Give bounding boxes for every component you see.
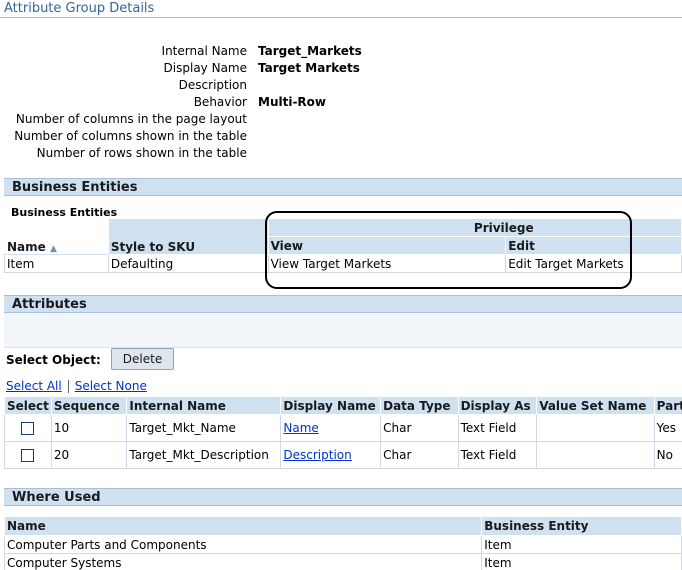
details-panel: Internal Name Target_Markets Display Nam… [0,44,682,163]
detail-row-page-columns: Number of columns in the page layout [0,112,682,129]
table-row: 20 Target_Mkt_Description Description Ch… [4,441,682,469]
select-object-label: Select Object: [6,353,101,367]
detail-label: Behavior [193,95,247,109]
row-checkbox[interactable] [21,422,34,435]
cell-display-as: Text Field [457,441,538,469]
detail-label: Number of rows shown in the table [36,146,247,160]
cell-view-privilege: View Target Markets [267,254,507,273]
column-header-select: Select [4,396,52,415]
section-title: Where Used [12,490,101,505]
cell-value-set-name [536,441,655,469]
column-header-name: Name [3,516,483,536]
detail-value: Target Markets [258,61,360,75]
title-divider [0,17,682,18]
detail-label: Display Name [163,61,247,75]
delete-button[interactable]: Delete [111,348,174,370]
cell-part: No [653,441,682,469]
cell-style-to-sku: Defaulting [107,254,269,273]
detail-row-behavior: Behavior Multi-Row [0,95,682,112]
column-header-edit: Edit [505,236,682,255]
cell-name: Item [4,254,109,273]
table-row: Computer Systems Item [3,553,682,570]
cell-business-entity: Item [481,535,682,554]
select-none-link[interactable]: Select None [75,379,147,393]
detail-row-table-columns: Number of columns shown in the table [0,129,682,146]
select-all-link[interactable]: Select All [6,379,62,393]
detail-row-description: Description [0,78,682,95]
attributes-table: Select Sequence Internal Name Display Na… [4,396,682,469]
column-header-business-entity: Business Entity [481,516,682,536]
business-entities-section-header: Business Entities [4,178,682,196]
display-name-link[interactable]: Description [283,448,351,462]
section-title: Attributes [12,297,87,312]
column-header-part: Part [653,396,682,415]
detail-label: Internal Name [161,44,247,58]
link-separator [67,380,69,393]
cell-sequence: 20 [50,441,128,469]
table-row: 10 Target_Mkt_Name Name Char Text Field … [4,414,682,442]
where-used-section-header: Where Used [4,488,682,506]
cell-business-entity: Item [481,553,682,570]
cell-internal-name: Target_Mkt_Name [126,414,282,442]
column-header-view: View [267,236,507,255]
detail-row-table-rows: Number of rows shown in the table [0,146,682,163]
cell-part: Yes [653,414,682,442]
detail-value: Target_Markets [258,44,362,58]
cell-display-as: Text Field [457,414,538,442]
table-row: Computer Parts and Components Item [3,535,682,554]
selection-links: Select All Select None [6,379,147,393]
column-header-data-type: Data Type [380,396,459,415]
column-header-display-as: Display As [457,396,538,415]
column-group-privilege: Privilege [267,218,682,237]
detail-label: Number of columns in the page layout [15,112,247,126]
attributes-toolbar-band [4,313,682,348]
row-checkbox[interactable] [21,449,34,462]
cell-select [4,414,52,442]
column-header-display-name: Display Name [280,396,382,415]
column-header-name[interactable]: Name ▲ [4,218,109,255]
cell-edit-privilege: Edit Target Markets [505,254,682,273]
detail-row-display-name: Display Name Target Markets [0,61,682,78]
cell-data-type: Char [380,414,459,442]
cell-data-type: Char [380,441,459,469]
column-header-internal-name: Internal Name [126,396,282,415]
column-header-value-set-name: Value Set Name [536,396,655,415]
detail-row-internal-name: Internal Name Target_Markets [0,44,682,61]
cell-internal-name: Target_Mkt_Description [126,441,282,469]
detail-label: Description [178,78,247,92]
column-header-label: Name [7,240,46,254]
cell-select [4,441,52,469]
attributes-section-header: Attributes [4,295,682,313]
column-header-style-to-sku: Style to SKU [107,218,269,255]
sort-ascending-icon[interactable]: ▲ [50,244,57,254]
column-header-sequence: Sequence [50,396,128,415]
detail-value: Multi-Row [258,95,326,109]
section-title: Business Entities [12,180,138,195]
display-name-link[interactable]: Name [283,421,318,435]
table-row: Item Defaulting View Target Markets Edit… [4,254,682,273]
cell-name: Computer Systems [3,553,483,570]
page-title: Attribute Group Details [4,1,155,16]
cell-value-set-name [536,414,655,442]
cell-sequence: 10 [50,414,128,442]
cell-display-name: Name [280,414,382,442]
where-used-table: Name Business Entity Computer Parts and … [3,516,682,570]
business-entities-table: Name ▲ Style to SKU Privilege View Edit … [4,218,682,273]
detail-label: Number of columns shown in the table [14,129,247,143]
cell-display-name: Description [280,441,382,469]
cell-name: Computer Parts and Components [3,535,483,554]
